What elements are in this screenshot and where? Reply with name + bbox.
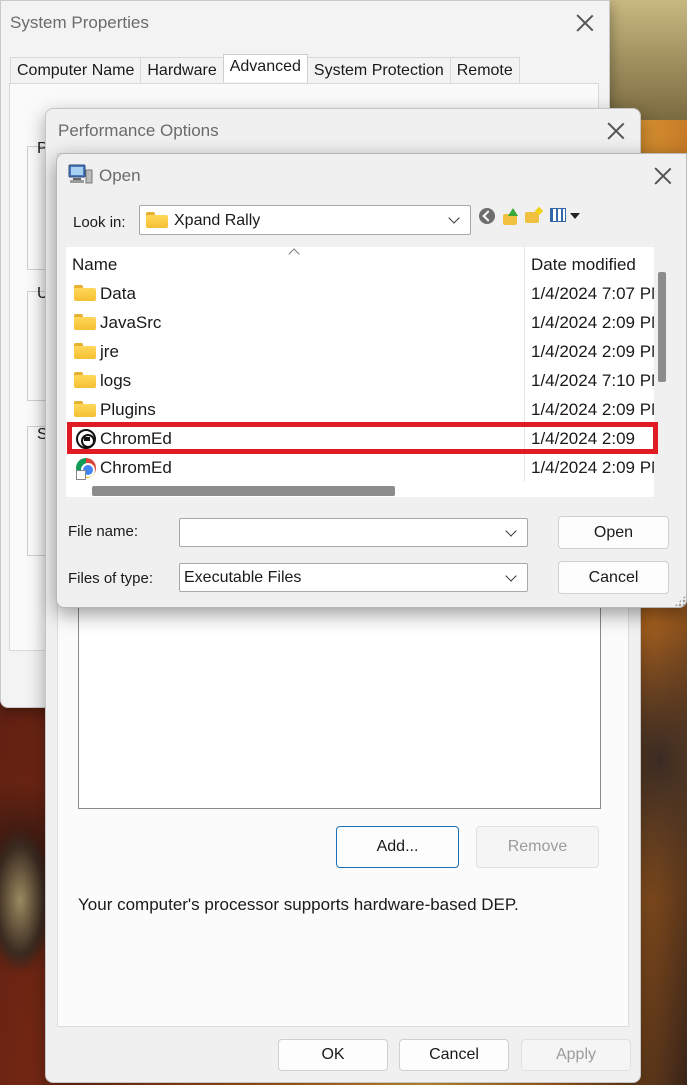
file-date: 1/4/2024 2:09 PM: [531, 342, 654, 361]
file-date: 1/4/2024 7:10 PM: [531, 371, 654, 390]
highlight-annotation: [67, 422, 658, 454]
tab-system-protection[interactable]: System Protection: [306, 57, 451, 83]
horizontal-scrollbar-thumb[interactable]: [92, 486, 395, 496]
file-date: 1/4/2024 2:09 PM: [531, 313, 654, 332]
tab-computer-name[interactable]: Computer Name: [10, 57, 142, 83]
look-in-label: Look in:: [73, 214, 126, 231]
add-button[interactable]: Add...: [336, 826, 459, 868]
cancel-button[interactable]: Cancel: [399, 1039, 509, 1071]
list-item[interactable]: jre 1/4/2024 2:09 PM: [66, 337, 654, 366]
file-list[interactable]: Name Date modified Data 1/4/2024 7:07 PM…: [66, 247, 658, 497]
file-date: 1/4/2024 7:07 PM: [531, 284, 654, 303]
view-menu-icon[interactable]: [550, 208, 566, 222]
file-name-label: File name:: [68, 523, 139, 540]
apply-button[interactable]: Apply: [521, 1039, 631, 1071]
chevron-down-icon: [448, 212, 460, 224]
computer-icon: [68, 164, 93, 184]
up-folder-icon[interactable]: [503, 208, 519, 226]
chevron-down-icon[interactable]: [505, 525, 517, 537]
chromed-shortcut-icon: [76, 458, 96, 480]
folder-icon: [74, 372, 96, 388]
tab-remote[interactable]: Remote: [449, 57, 520, 83]
file-name: JavaSrc: [100, 313, 162, 332]
list-item[interactable]: Plugins 1/4/2024 2:09 PM: [66, 395, 654, 424]
tab-advanced[interactable]: Advanced: [222, 54, 308, 82]
chevron-down-icon: [505, 570, 517, 582]
scrollbar-thumb[interactable]: [658, 272, 666, 382]
cancel-button[interactable]: Cancel: [558, 561, 669, 594]
open-file-dialog: Open Look in: Xpand Rally Name Date modi…: [56, 153, 687, 608]
folder-icon: [74, 285, 96, 301]
file-name: ChromEd: [100, 458, 172, 477]
ok-button[interactable]: OK: [278, 1039, 388, 1071]
folder-icon: [146, 212, 168, 228]
tab-hardware[interactable]: Hardware: [140, 57, 224, 83]
file-date: 1/4/2024 2:09 PM: [531, 400, 654, 419]
file-name: jre: [100, 342, 119, 361]
view-dropdown-arrow-icon[interactable]: [570, 213, 580, 219]
look-in-value: Xpand Rally: [174, 212, 261, 229]
back-icon[interactable]: [479, 208, 495, 224]
file-name: Plugins: [100, 400, 156, 419]
look-in-dropdown[interactable]: Xpand Rally: [139, 205, 471, 235]
open-button[interactable]: Open: [558, 516, 669, 549]
resize-grip[interactable]: [674, 595, 686, 607]
remove-button[interactable]: Remove: [476, 826, 599, 868]
folder-icon: [74, 314, 96, 330]
new-folder-icon[interactable]: [525, 208, 543, 224]
file-name-input[interactable]: [179, 518, 528, 547]
dialog-title: Open: [99, 166, 141, 185]
dep-support-text: Your computer's processor supports hardw…: [78, 895, 519, 914]
column-header-date-modified[interactable]: Date modified: [531, 247, 636, 281]
close-icon[interactable]: [606, 121, 626, 141]
files-of-type-label: Files of type:: [68, 570, 154, 587]
column-header-name[interactable]: Name: [72, 247, 117, 281]
list-item[interactable]: ChromEd 1/4/2024 2:09 PM: [66, 453, 654, 482]
sort-ascending-icon: [288, 248, 300, 260]
list-item[interactable]: logs 1/4/2024 7:10 PM: [66, 366, 654, 395]
files-of-type-value: Executable Files: [184, 569, 302, 586]
window-title: System Properties: [10, 13, 149, 32]
vertical-scrollbar[interactable]: [654, 272, 668, 472]
list-item[interactable]: Data 1/4/2024 7:07 PM: [66, 279, 654, 308]
dep-exclusion-list[interactable]: [78, 605, 601, 809]
file-date: 1/4/2024 2:09 PM: [531, 458, 654, 477]
folder-icon: [74, 343, 96, 359]
close-icon[interactable]: [653, 166, 673, 186]
file-name: Data: [100, 284, 136, 303]
tab-bar: Computer Name Hardware Advanced System P…: [10, 54, 520, 83]
list-item[interactable]: JavaSrc 1/4/2024 2:09 PM: [66, 308, 654, 337]
files-of-type-dropdown[interactable]: Executable Files: [179, 563, 528, 592]
file-name: logs: [100, 371, 132, 390]
close-icon[interactable]: [575, 13, 595, 33]
folder-icon: [74, 401, 96, 417]
window-title: Performance Options: [58, 121, 219, 140]
